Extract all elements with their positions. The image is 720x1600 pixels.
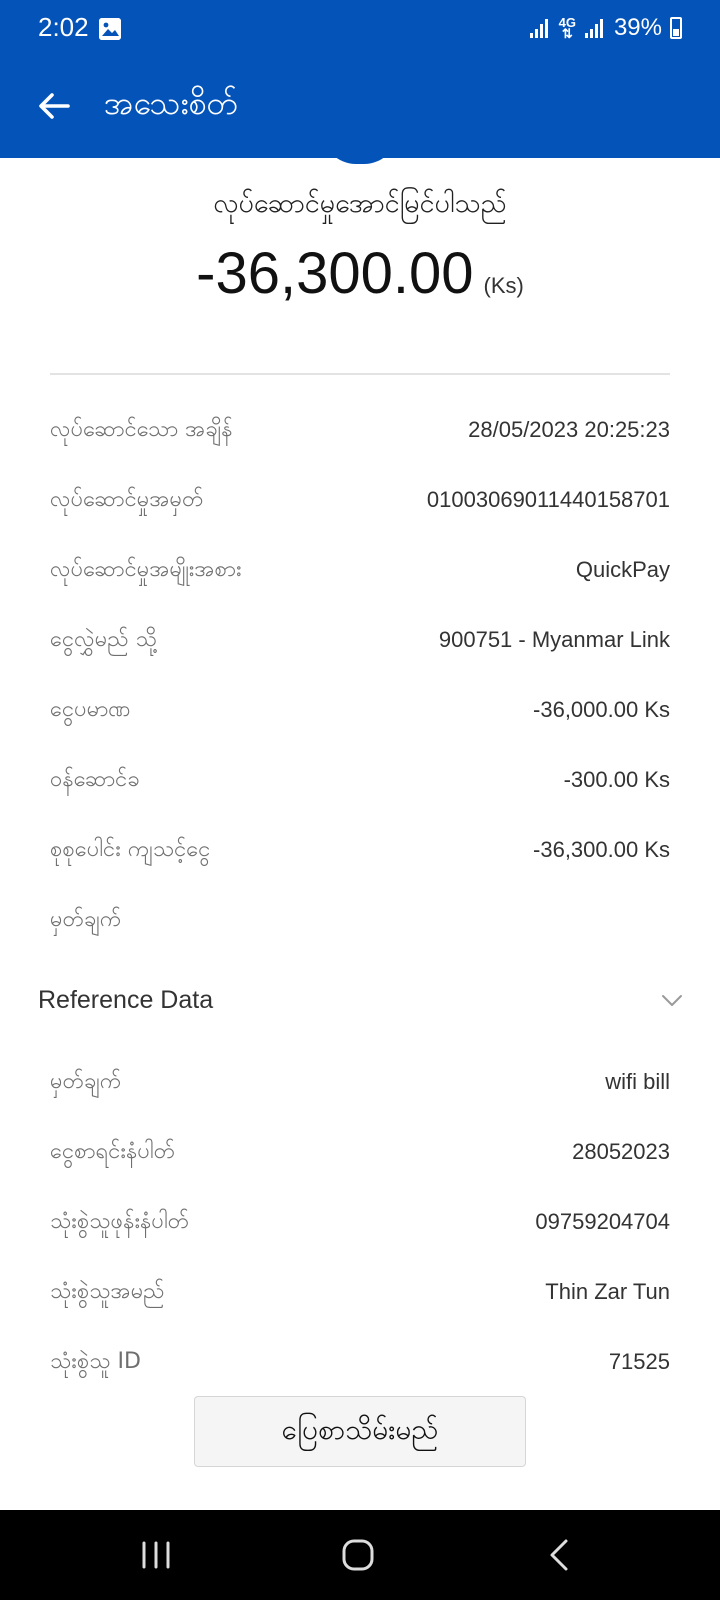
detail-label: လုပ်ဆောင်မှုအမျိုးအစား (50, 556, 242, 582)
detail-value: 01003069011440158701 (426, 487, 670, 512)
detail-value: 28/05/2023 20:25:23 (468, 417, 670, 442)
detail-value: -36,000.00 Ks (533, 697, 670, 722)
save-receipt-button[interactable]: ပြေစာသိမ်းမည် (194, 1396, 526, 1467)
reference-row: မှတ်ချက် wifi bill (50, 1047, 670, 1117)
detail-row: စုစုပေါင်း ကျသင့်ငွေ -36,300.00 Ks (50, 815, 670, 885)
reference-value: 28052023 (572, 1139, 670, 1164)
detail-label: ငွေလွှဲမည် သို့ (50, 626, 157, 652)
signal-icon (529, 19, 548, 38)
chevron-down-icon[interactable] (660, 988, 684, 1012)
reference-label: သုံးစွဲသူအမည် (50, 1278, 165, 1304)
reference-label: ငွေစာရင်းနံပါတ် (50, 1138, 176, 1164)
reference-row: သုံးစွဲသူ ID 71525 (50, 1327, 670, 1397)
detail-label: စုစုပေါင်း ကျသင့်ငွေ (50, 836, 211, 862)
detail-row: ဝန်ဆောင်ခ -300.00 Ks (50, 745, 670, 815)
page-title: အသေးစိတ် (104, 84, 238, 122)
reference-value: 09759204704 (535, 1209, 670, 1234)
back-icon[interactable] (540, 1535, 580, 1575)
reference-row: သုံးစွဲသူဖုန်းနံပါတ် 09759204704 (50, 1187, 670, 1257)
detail-row: လုပ်ဆောင်သော အချိန် 28/05/2023 20:25:23 (50, 395, 670, 465)
detail-label: ဝန်ဆောင်ခ (50, 766, 140, 792)
transaction-status: လုပ်ဆောင်မှုအောင်မြင်ပါသည် (213, 188, 507, 219)
detail-label: လုပ်ဆောင်သော အချိန် (50, 416, 233, 442)
detail-row: လုပ်ဆောင်မှုအမှတ် 01003069011440158701 (50, 465, 670, 535)
reference-data-title: Reference Data (38, 985, 214, 1014)
reference-data-header[interactable]: Reference Data (38, 968, 684, 1032)
status-icons: 4G ⇅ 39% (529, 12, 682, 44)
total-amount: -36,300.00 (196, 241, 474, 306)
reference-value: Thin Zar Tun (545, 1279, 670, 1304)
reference-value: 71525 (608, 1349, 670, 1374)
reference-label: မှတ်ချက် (50, 1068, 122, 1094)
divider (50, 373, 670, 375)
battery-percent: 39% (613, 14, 662, 41)
header-notch (322, 130, 398, 164)
reference-label: သုံးစွဲသူဖုန်းနံပါတ် (50, 1208, 190, 1234)
detail-value: -300.00 Ks (563, 767, 670, 792)
detail-value: -36,300.00 Ks (533, 837, 670, 862)
detail-label: လုပ်ဆောင်မှုအမှတ် (50, 486, 204, 512)
battery-icon (670, 17, 682, 39)
home-icon[interactable] (338, 1535, 378, 1575)
status-time: 2:02 (38, 12, 89, 42)
signal-icon (584, 19, 603, 38)
reference-label: သုံးစွဲသူ ID (50, 1348, 141, 1374)
arrow-left-icon[interactable] (34, 86, 74, 126)
detail-value: QuickPay (575, 557, 670, 582)
network-type: 4G ⇅ (558, 15, 576, 41)
detail-row: ငွေလွှဲမည် သို့ 900751 - Myanmar Link (50, 605, 670, 675)
status-bar: 2:02 4G ⇅ 39% (0, 0, 720, 58)
detail-list: လုပ်ဆောင်သော အချိန် 28/05/2023 20:25:23 လ… (50, 395, 670, 955)
detail-row: လုပ်ဆောင်မှုအမျိုးအစား QuickPay (50, 535, 670, 605)
currency-unit: (Ks) (483, 273, 524, 298)
gallery-icon (99, 18, 121, 40)
navigation-bar (0, 1510, 720, 1600)
detail-label: ငွေပမာဏ (50, 696, 131, 722)
reference-value: wifi bill (605, 1069, 670, 1094)
amount-display: -36,300.00 (Ks) (0, 240, 720, 307)
reference-list: မှတ်ချက် wifi bill ငွေစာရင်းနံပါတ် 2805202… (50, 1047, 670, 1397)
detail-value: 900751 - Myanmar Link (438, 627, 670, 652)
detail-row: ငွေပမာဏ -36,000.00 Ks (50, 675, 670, 745)
detail-row: မှတ်ချက် (50, 885, 670, 955)
reference-row: သုံးစွဲသူအမည် Thin Zar Tun (50, 1257, 670, 1327)
detail-label: မှတ်ချက် (50, 906, 122, 932)
reference-row: ငွေစာရင်းနံပါတ် 28052023 (50, 1117, 670, 1187)
recents-icon[interactable] (136, 1535, 176, 1575)
